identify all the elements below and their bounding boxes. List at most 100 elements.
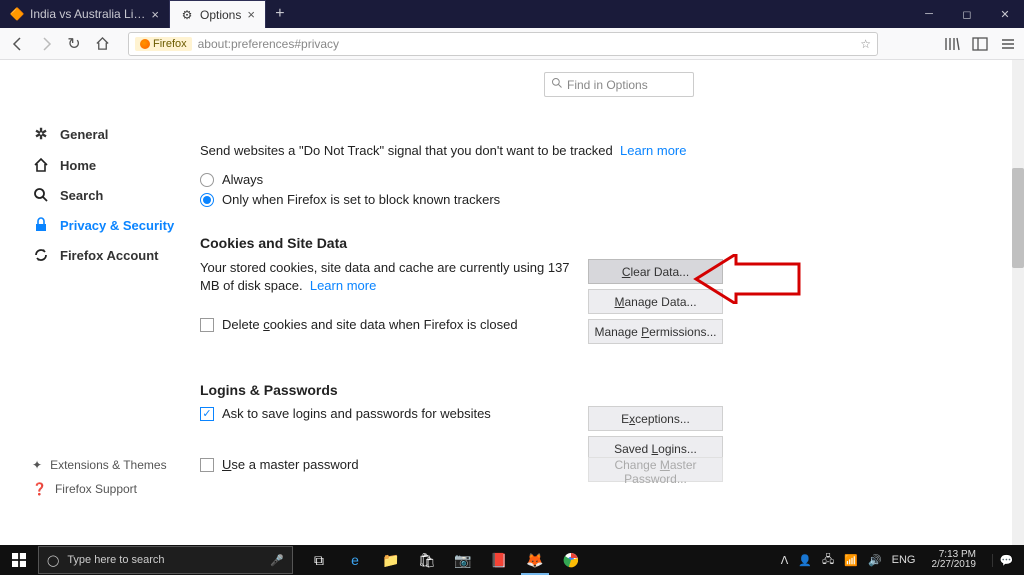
sidebar-item-label: Firefox Account: [60, 248, 158, 263]
close-window-button[interactable]: ✕: [986, 0, 1024, 28]
sidebar-item-label: General: [60, 127, 108, 142]
home-icon: [32, 157, 50, 173]
preferences-viewport: Find in Options ✲ General Home Search Pr…: [0, 60, 1024, 545]
checkbox-label: Ask to save logins and passwords for web…: [222, 406, 491, 421]
edge-icon[interactable]: e: [337, 545, 373, 575]
file-explorer-icon[interactable]: 📁: [373, 545, 409, 575]
tray-chevron-icon[interactable]: ᐱ: [781, 554, 789, 567]
tab-label: Options: [200, 8, 241, 22]
wifi-icon[interactable]: 📶: [844, 554, 858, 567]
sidebar-icon[interactable]: [970, 34, 990, 54]
sidebar-support[interactable]: ❓ Firefox Support: [32, 477, 167, 501]
lock-icon: [32, 217, 50, 233]
close-icon[interactable]: ×: [247, 7, 255, 22]
task-view-icon[interactable]: ⧉: [301, 545, 337, 575]
manage-permissions-button[interactable]: Manage Permissions...: [588, 319, 723, 344]
gear-icon: ⚙: [180, 8, 194, 22]
sidebar-item-search[interactable]: Search: [32, 180, 192, 210]
sidebar-item-label: Search: [60, 188, 103, 203]
preferences-content: Send websites a "Do Not Track" signal th…: [200, 143, 1004, 477]
app-icon[interactable]: 🛍: [409, 545, 445, 575]
menu-icon[interactable]: [998, 34, 1018, 54]
scrollbar-thumb[interactable]: [1012, 168, 1024, 268]
cortana-icon: ◯: [47, 554, 59, 567]
radio-label: Always: [222, 172, 263, 187]
radio-unchecked[interactable]: [200, 173, 214, 187]
clock[interactable]: 7:13 PM 2/27/2019: [926, 550, 983, 570]
new-tab-button[interactable]: +: [266, 0, 294, 28]
sidebar-item-label: Home: [60, 158, 96, 173]
sidebar-footer: ✦ Extensions & Themes ❓ Firefox Support: [32, 453, 167, 501]
sidebar-item-account[interactable]: Firefox Account: [32, 240, 192, 270]
delete-cookies-checkbox[interactable]: [200, 318, 214, 332]
app-icon[interactable]: 📕: [481, 545, 517, 575]
find-in-options[interactable]: Find in Options: [544, 72, 694, 97]
search-icon: [551, 77, 563, 92]
change-master-password-button: Change Master Password...: [588, 457, 723, 482]
window-titlebar: 🔶 India vs Australia Live Streamin × ⚙ O…: [0, 0, 1024, 28]
checkbox-label: Delete cookies and site data when Firefo…: [222, 317, 518, 332]
browser-toolbar: ↻ Firefox about:preferences#privacy ☆: [0, 28, 1024, 60]
radio-label: Only when Firefox is set to block known …: [222, 192, 500, 207]
library-icon[interactable]: [942, 34, 962, 54]
exceptions-button[interactable]: Exceptions...: [588, 406, 723, 431]
home-button[interactable]: [90, 32, 114, 56]
sidebar-extensions[interactable]: ✦ Extensions & Themes: [32, 453, 167, 477]
radio-checked[interactable]: [200, 193, 214, 207]
taskbar-search[interactable]: ◯ Type here to search 🎤: [38, 546, 293, 574]
windows-taskbar: ◯ Type here to search 🎤 ⧉ e 📁 🛍 📷 📕 🦊 ᐱ …: [0, 545, 1024, 575]
volume-icon[interactable]: 🔊: [868, 554, 882, 567]
clear-data-button[interactable]: Clear Data...: [588, 259, 723, 284]
dnt-only-row[interactable]: Only when Firefox is set to block known …: [200, 192, 1004, 207]
master-password-checkbox[interactable]: [200, 458, 214, 472]
chrome-icon[interactable]: [553, 545, 589, 575]
gear-icon: ✲: [32, 125, 50, 143]
action-center-icon[interactable]: 💬: [992, 554, 1020, 567]
language-indicator[interactable]: ENG: [892, 554, 916, 566]
app-icon[interactable]: 📷: [445, 545, 481, 575]
reload-button[interactable]: ↻: [62, 32, 86, 56]
search-placeholder: Type here to search: [67, 554, 164, 566]
learn-more-link[interactable]: Learn more: [310, 278, 376, 293]
puzzle-icon: ✦: [32, 458, 42, 472]
close-icon[interactable]: ×: [151, 7, 159, 22]
logins-heading: Logins & Passwords: [200, 382, 1004, 398]
mic-icon[interactable]: 🎤: [270, 554, 284, 567]
tab-active[interactable]: ⚙ Options ×: [170, 0, 266, 28]
url-text: about:preferences#privacy: [198, 37, 339, 51]
minimize-button[interactable]: ─: [910, 0, 948, 28]
url-bar[interactable]: Firefox about:preferences#privacy ☆: [128, 32, 878, 56]
maximize-button[interactable]: ◻: [948, 0, 986, 28]
forward-button[interactable]: [34, 32, 58, 56]
sidebar-item-general[interactable]: ✲ General: [32, 118, 192, 150]
sidebar-item-privacy[interactable]: Privacy & Security: [32, 210, 192, 240]
back-button[interactable]: [6, 32, 30, 56]
dnt-always-row[interactable]: Always: [200, 172, 1004, 187]
help-icon: ❓: [32, 482, 47, 496]
tab-label: India vs Australia Live Streamin: [30, 7, 145, 21]
sidebar-item-label: Privacy & Security: [60, 218, 174, 233]
cookies-description: Your stored cookies, site data and cache…: [200, 260, 570, 293]
sidebar-item-label: Firefox Support: [55, 482, 137, 496]
cookies-heading: Cookies and Site Data: [200, 235, 1004, 251]
tab-favicon: 🔶: [10, 7, 24, 21]
bookmark-star-icon[interactable]: ☆: [860, 37, 871, 51]
network-icon[interactable]: 🖧: [822, 551, 834, 570]
clock-date: 2/27/2019: [932, 560, 977, 570]
scrollbar[interactable]: [1012, 60, 1024, 545]
sync-icon: [32, 247, 50, 263]
start-button[interactable]: [0, 553, 38, 567]
checkbox-label: Use a master password: [222, 457, 359, 472]
people-icon[interactable]: 👤: [798, 554, 812, 567]
search-placeholder: Find in Options: [567, 78, 648, 92]
manage-data-button[interactable]: Manage Data...: [588, 289, 723, 314]
dnt-description: Send websites a "Do Not Track" signal th…: [200, 143, 613, 158]
search-icon: [32, 187, 50, 203]
learn-more-link[interactable]: Learn more: [620, 143, 686, 158]
firefox-icon[interactable]: 🦊: [517, 545, 553, 575]
sidebar-item-label: Extensions & Themes: [50, 458, 167, 472]
identity-label: Firefox: [135, 37, 192, 51]
tab-inactive[interactable]: 🔶 India vs Australia Live Streamin ×: [0, 0, 170, 28]
sidebar-item-home[interactable]: Home: [32, 150, 192, 180]
ask-save-logins-checkbox[interactable]: ✓: [200, 407, 214, 421]
